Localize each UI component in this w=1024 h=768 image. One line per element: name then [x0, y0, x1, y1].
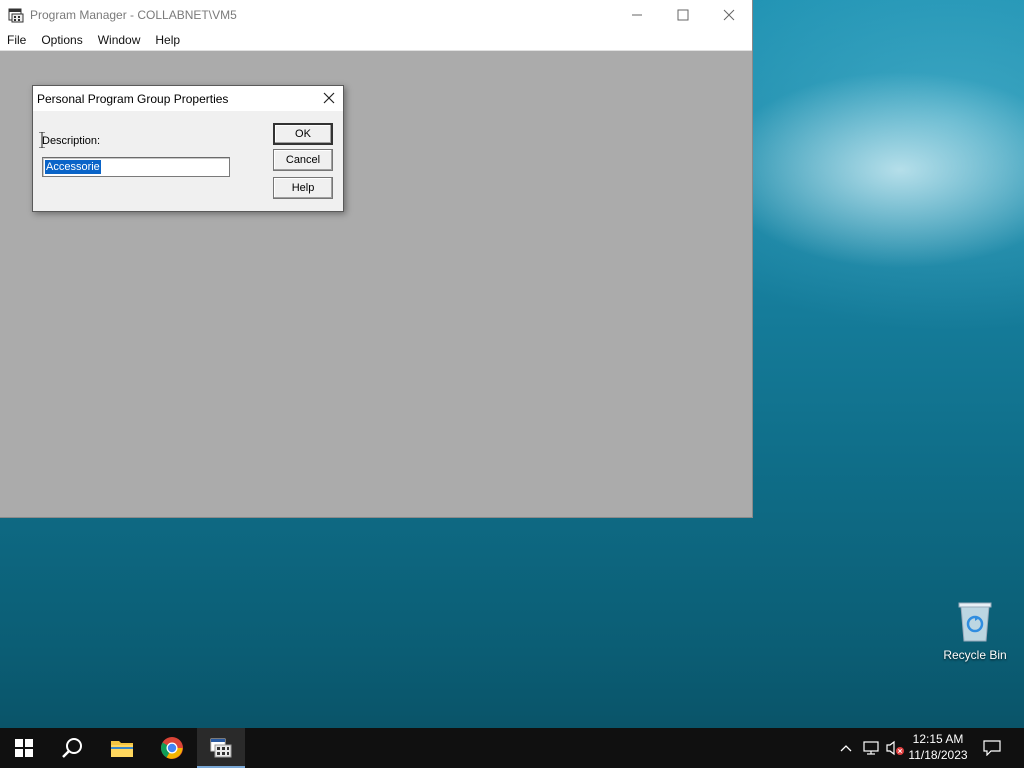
taskbar: 12:15 AM 11/18/2023	[0, 728, 1024, 768]
file-explorer-icon	[111, 741, 133, 757]
recycle-bin-label: Recycle Bin	[943, 648, 1007, 662]
close-icon	[723, 9, 735, 21]
clock-time: 12:15 AM	[912, 732, 964, 746]
system-clock[interactable]: 12:15 AM 11/18/2023	[908, 731, 968, 763]
action-center-button[interactable]	[978, 728, 1006, 768]
close-icon	[323, 92, 335, 104]
program-manager-window: Program Manager - COLLABNET\VM5 File Opt…	[0, 0, 753, 518]
maximize-icon	[677, 9, 689, 21]
description-input[interactable]: Accessorie	[42, 157, 230, 177]
help-button[interactable]: Help	[273, 177, 333, 199]
dialog-close-button[interactable]	[321, 90, 337, 106]
network-icon	[863, 741, 879, 755]
windows-start-icon	[15, 739, 33, 757]
cancel-button[interactable]: Cancel	[273, 149, 333, 171]
clock-date: 11/18/2023	[908, 748, 968, 762]
description-input-value: Accessorie	[45, 160, 101, 174]
start-button[interactable]	[0, 728, 48, 768]
menu-options[interactable]: Options	[34, 33, 90, 47]
maximize-button[interactable]	[660, 0, 706, 30]
dialog-title: Personal Program Group Properties	[37, 91, 229, 106]
taskbar-chrome[interactable]	[148, 728, 196, 768]
recycle-bin[interactable]: Recycle Bin	[940, 600, 1010, 662]
minimize-icon	[632, 14, 642, 16]
ok-button[interactable]: OK	[273, 123, 333, 145]
chevron-up-icon	[840, 745, 852, 752]
menu-file[interactable]: File	[0, 33, 34, 47]
recycle-bin-icon	[957, 600, 993, 642]
taskbar-file-explorer[interactable]	[98, 728, 146, 768]
menu-help[interactable]: Help	[148, 33, 188, 47]
network-button[interactable]	[860, 728, 882, 768]
menu-bar: File Options Window Help	[0, 30, 752, 51]
taskbar-program-manager[interactable]	[197, 728, 245, 768]
minimize-button[interactable]	[614, 0, 660, 30]
volume-button[interactable]	[884, 728, 906, 768]
search-icon	[62, 738, 82, 758]
title-bar[interactable]: Program Manager - COLLABNET\VM5	[0, 0, 752, 30]
show-hidden-icons-button[interactable]	[836, 728, 856, 768]
window-title: Program Manager - COLLABNET\VM5	[30, 8, 237, 22]
chrome-icon	[161, 737, 183, 759]
volume-muted-icon	[886, 740, 904, 756]
notification-icon	[983, 740, 1001, 756]
group-properties-dialog: Personal Program Group Properties Descri…	[32, 85, 344, 212]
program-manager-icon	[210, 738, 232, 758]
search-button[interactable]	[48, 728, 96, 768]
description-label: Description:	[42, 135, 101, 147]
menu-window[interactable]: Window	[91, 33, 149, 47]
dialog-title-bar[interactable]: Personal Program Group Properties	[33, 86, 343, 111]
program-manager-app-icon[interactable]	[8, 7, 24, 23]
close-button[interactable]	[706, 0, 752, 30]
